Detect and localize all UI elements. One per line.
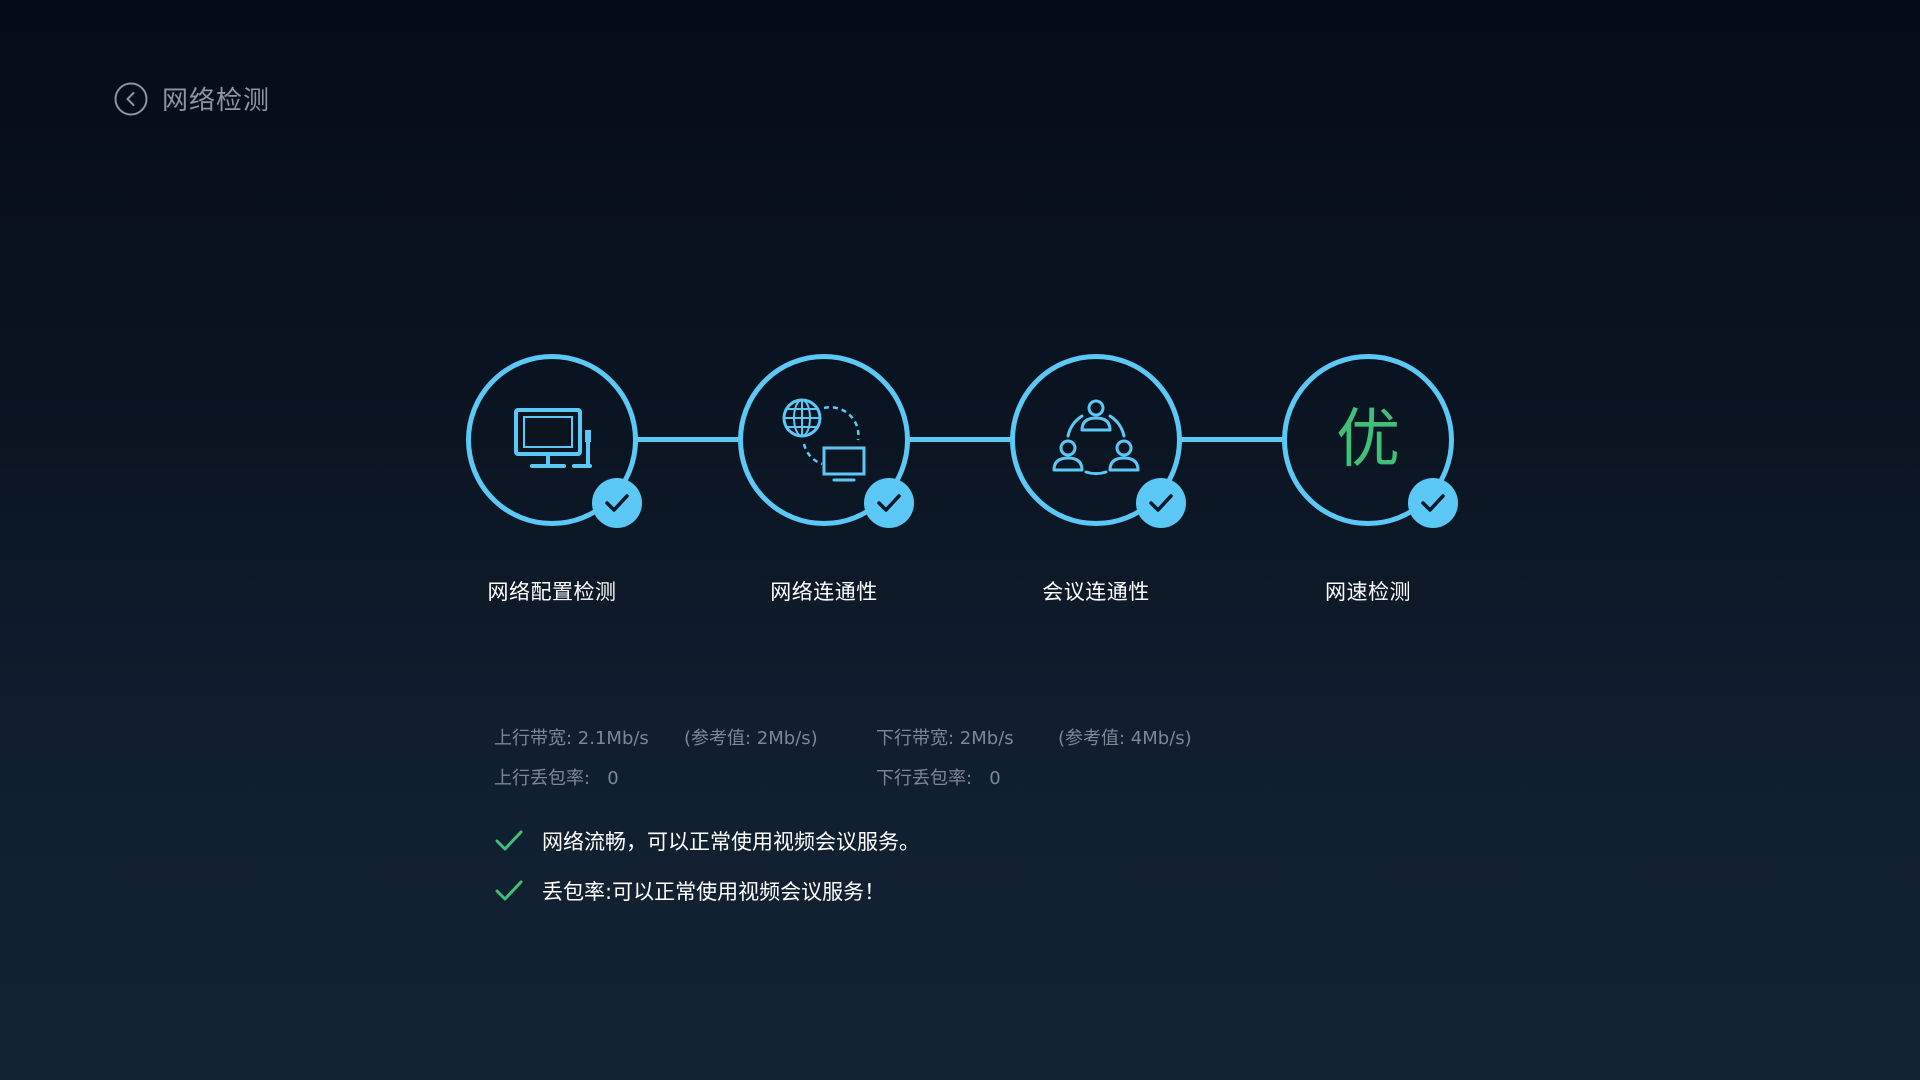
- check-badge: [1408, 478, 1458, 528]
- check-badge: [592, 478, 642, 528]
- download-bandwidth: 下行带宽: 2Mb/s: [876, 728, 1014, 749]
- step-label: 会议连通性: [1042, 580, 1150, 604]
- speed-grade: 优: [1336, 403, 1400, 477]
- checkmark-icon: [1421, 494, 1445, 512]
- success-check-icon: [495, 880, 523, 901]
- download-packet-loss: 下行丢包率: 0: [876, 768, 1001, 789]
- step-speed-test: 优: [1282, 354, 1458, 528]
- step-connector: [906, 437, 1012, 442]
- result-text: 丢包率:可以正常使用视频会议服务！: [542, 880, 886, 904]
- step-network-connectivity: [738, 354, 914, 528]
- success-check-icon: [495, 830, 523, 851]
- result-item: 网络流畅，可以正常使用视频会议服务。: [494, 816, 920, 866]
- computer-icon: [514, 408, 592, 468]
- download-reference: (参考值: 4Mb/s): [1058, 728, 1192, 749]
- meeting-users-icon: [1052, 399, 1140, 476]
- result-list: 网络流畅，可以正常使用视频会议服务。 丢包率:可以正常使用视频会议服务！: [494, 816, 920, 916]
- check-badge: [1136, 478, 1186, 528]
- step-meeting-connectivity: [1010, 354, 1186, 528]
- upload-packet-loss: 上行丢包率: 0: [494, 768, 619, 789]
- checkmark-icon: [1149, 494, 1173, 512]
- upload-bandwidth: 上行带宽: 2.1Mb/s: [494, 728, 649, 749]
- checkmark-icon: [877, 494, 901, 512]
- step-label: 网络配置检测: [487, 580, 617, 604]
- detection-steps: 优 网络配置检测 网络连通性 会议连通性 网速检测: [0, 0, 1920, 1080]
- result-item: 丢包率:可以正常使用视频会议服务！: [494, 866, 920, 916]
- result-text: 网络流畅，可以正常使用视频会议服务。: [542, 830, 920, 854]
- step-connector: [634, 437, 740, 442]
- upload-reference: (参考值: 2Mb/s): [684, 728, 818, 749]
- checkmark-icon: [605, 494, 629, 512]
- step-network-config: [466, 354, 642, 528]
- step-connector: [1178, 437, 1284, 442]
- check-badge: [864, 478, 914, 528]
- globe-network-icon: [782, 398, 866, 482]
- step-label: 网络连通性: [770, 580, 878, 604]
- step-label: 网速检测: [1325, 580, 1411, 604]
